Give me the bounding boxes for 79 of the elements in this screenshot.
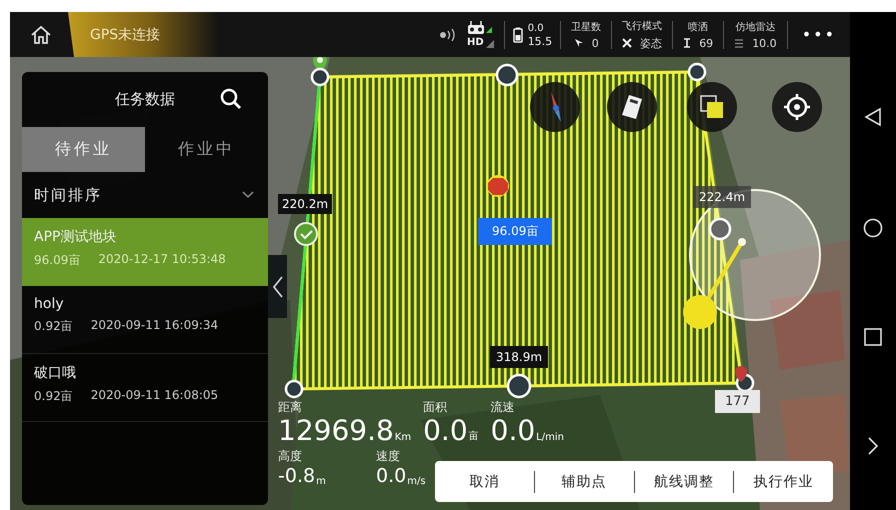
more-button[interactable]: ••• bbox=[802, 25, 836, 44]
stat-label: 飞行模式 bbox=[622, 20, 662, 32]
vertex-handle[interactable] bbox=[708, 218, 732, 240]
action-button[interactable]: 取消 bbox=[435, 461, 534, 502]
hd-label: HD bbox=[467, 38, 484, 48]
stat-value: 69 bbox=[699, 36, 714, 50]
radar-icon bbox=[734, 38, 744, 48]
stat-label: 喷洒 bbox=[688, 20, 708, 34]
vertex-handle[interactable] bbox=[506, 374, 532, 398]
task-time: 2020-09-11 16:09:34 bbox=[90, 318, 218, 334]
stat-value: 姿态 bbox=[640, 36, 662, 50]
readout-unit: 亩 bbox=[468, 430, 479, 443]
readout-unit: L/min bbox=[536, 432, 564, 443]
task-area: 0.92亩 bbox=[34, 318, 73, 335]
back-icon[interactable] bbox=[864, 107, 882, 128]
vertex-handle[interactable] bbox=[284, 380, 304, 398]
task-area: 96.09亩 bbox=[34, 252, 80, 269]
readout-label: 速度 bbox=[376, 448, 400, 465]
tab[interactable]: 作业中 bbox=[145, 127, 268, 172]
stat-label: 卫星数 bbox=[571, 20, 602, 34]
locate-icon bbox=[783, 93, 811, 121]
stat-label: 仿地雷达 bbox=[735, 20, 776, 34]
satellite-icon bbox=[574, 38, 584, 48]
task-name: APP测试地块 bbox=[34, 228, 118, 246]
chevron-down-icon bbox=[242, 191, 254, 199]
end-marker bbox=[735, 366, 747, 382]
layers-icon bbox=[700, 95, 724, 119]
vertex-handle[interactable] bbox=[310, 68, 330, 86]
chevron-right-icon[interactable] bbox=[868, 436, 878, 455]
panel-title: 任务数据 bbox=[115, 90, 175, 109]
readout-unit: m/s bbox=[407, 476, 426, 487]
task-name: 破口哦 bbox=[34, 364, 77, 382]
readout-value: -0.8 bbox=[278, 465, 316, 487]
chevron-left-icon bbox=[272, 276, 282, 298]
readout-value: 0.0 bbox=[376, 465, 406, 487]
readout-label: 面积 bbox=[423, 399, 448, 416]
card-icon bbox=[621, 94, 643, 120]
nozzle-icon bbox=[683, 38, 692, 48]
action-button[interactable]: 航线调整 bbox=[634, 461, 734, 502]
distance-label: 318.9m bbox=[490, 346, 548, 368]
readout-label: 高度 bbox=[278, 448, 302, 465]
distance-label: 220.2m bbox=[278, 194, 332, 214]
recents-icon[interactable] bbox=[864, 328, 882, 346]
task-time: 2020-09-11 16:08:05 bbox=[90, 388, 218, 404]
stat-value: 10.0 bbox=[752, 36, 777, 50]
drone-icon bbox=[622, 38, 632, 48]
task-area: 0.92亩 bbox=[34, 388, 73, 405]
home-point-marker bbox=[487, 175, 509, 197]
task-list-item[interactable]: 破口哦 0.92亩 2020-09-11 16:08:05 bbox=[22, 354, 268, 422]
task-time: 2020-12-17 10:53:48 bbox=[98, 252, 226, 268]
point-label: 177 bbox=[715, 390, 760, 413]
controller-icon bbox=[467, 21, 494, 35]
task-name: holy bbox=[34, 296, 65, 312]
tab[interactable]: 待作业 bbox=[22, 127, 145, 172]
area-label: 96.09亩 bbox=[478, 218, 552, 245]
vertex-handle[interactable] bbox=[496, 64, 518, 86]
home-circle-icon[interactable] bbox=[863, 218, 883, 238]
sort-label: 时间排序 bbox=[34, 186, 102, 204]
home-icon[interactable] bbox=[30, 24, 52, 44]
signal-bars-icon bbox=[486, 40, 494, 48]
sort-dropdown[interactable]: 时间排序 bbox=[22, 172, 268, 218]
readout-value: 0.0 bbox=[490, 416, 536, 446]
battery-reading: 0.0 bbox=[528, 22, 545, 34]
search-icon[interactable] bbox=[220, 88, 242, 110]
action-button[interactable]: 辅助点 bbox=[534, 461, 634, 502]
readout-label: 距离 bbox=[278, 399, 302, 416]
readout-unit: Km bbox=[394, 432, 412, 443]
voltage-reading: 15.5 bbox=[528, 34, 552, 48]
battery-icon bbox=[512, 26, 523, 42]
collapse-handle[interactable] bbox=[268, 255, 287, 318]
action-button[interactable]: 执行作业 bbox=[734, 461, 833, 502]
gps-status: GPS未连接 bbox=[90, 26, 160, 44]
readout-label: 流速 bbox=[490, 399, 515, 416]
stat-value: 0 bbox=[592, 36, 599, 50]
vertex-handle[interactable] bbox=[688, 62, 706, 82]
readout-value: 0.0 bbox=[423, 416, 468, 446]
readout-unit: m bbox=[316, 476, 326, 487]
distance-label: 222.4m bbox=[693, 186, 752, 208]
readout-value: 12969.8 bbox=[278, 416, 394, 446]
